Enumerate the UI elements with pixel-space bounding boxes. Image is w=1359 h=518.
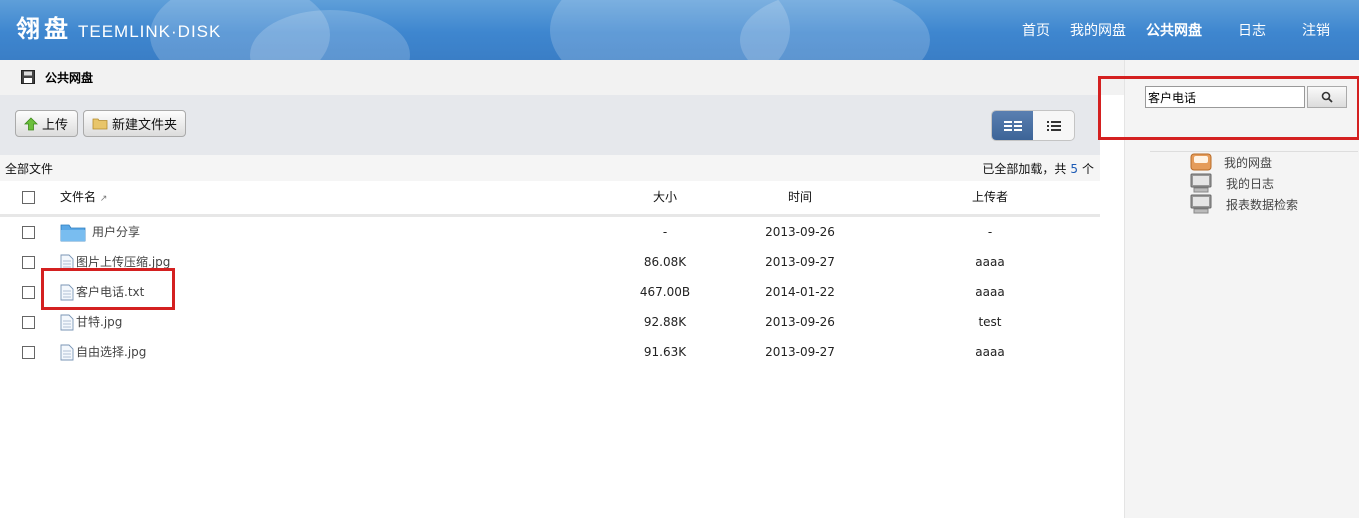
breadcrumb: 公共网盘 — [0, 60, 1124, 95]
nav-my-disk[interactable]: 我的网盘 — [1070, 20, 1126, 40]
file-size: 86.08K — [643, 255, 687, 269]
sidebar-item-label: 我的网盘 — [1224, 155, 1273, 170]
file-name: 客户电话.txt — [76, 285, 145, 299]
table-row[interactable]: 甘特.jpg 92.88K 2013-09-26 test — [0, 307, 1100, 337]
search-icon — [1321, 91, 1333, 103]
row-checkbox[interactable] — [22, 346, 35, 359]
file-name-link[interactable]: 自由选择.jpg — [60, 337, 146, 367]
file-uploader: aaaa — [975, 285, 1005, 299]
file-name: 图片上传压缩.jpg — [76, 255, 171, 269]
file-name: 用户分享 — [92, 225, 141, 239]
loaded-suffix: 个 — [1081, 162, 1094, 176]
row-checkbox[interactable] — [22, 286, 35, 299]
file-size: 467.00B — [639, 285, 691, 299]
main-panel: 公共网盘 上传 新建文件夹 全部文件 已全部加载，共 5 个 文件名 ↗ 大小 … — [0, 60, 1124, 518]
top-nav: 首页 我的网盘 公共网盘 日志 注销 — [1022, 20, 1359, 40]
file-time: 2013-09-26 — [765, 225, 835, 239]
search-button[interactable] — [1307, 86, 1347, 108]
file-icon — [60, 344, 74, 360]
file-uploader: test — [978, 315, 1002, 329]
file-uploader: aaaa — [975, 255, 1005, 269]
table-header: 文件名 ↗ 大小 时间 上传者 — [0, 182, 1100, 217]
upload-arrow-icon — [24, 116, 38, 130]
search-input[interactable] — [1145, 86, 1305, 108]
sidebar-item-my-disk[interactable]: 我的网盘 — [1190, 152, 1272, 172]
file-icon — [60, 284, 74, 300]
file-size: 92.88K — [643, 315, 687, 329]
all-files-label: 全部文件 — [5, 162, 54, 176]
sidebar-item-label: 我的日志 — [1226, 176, 1275, 191]
file-icon — [60, 254, 74, 270]
sidebar-item-report-search[interactable]: 报表数据检索 — [1190, 194, 1298, 214]
table-row[interactable]: 用户分享 - 2013-09-26 - — [0, 217, 1100, 247]
monitor-icon — [1190, 194, 1212, 214]
row-checkbox[interactable] — [22, 256, 35, 269]
upload-label: 上传 — [42, 118, 69, 133]
file-time: 2014-01-22 — [765, 285, 835, 299]
nav-home[interactable]: 首页 — [1022, 20, 1050, 40]
file-count: 5 — [1070, 162, 1078, 176]
list-icon — [1046, 120, 1061, 131]
floppy-disk-icon — [21, 70, 35, 84]
table-row[interactable]: 图片上传压缩.jpg 86.08K 2013-09-27 aaaa — [0, 247, 1100, 277]
file-size: 91.63K — [643, 345, 687, 359]
toolbar: 上传 新建文件夹 — [0, 95, 1100, 155]
file-time: 2013-09-26 — [765, 315, 835, 329]
header-filename[interactable]: 文件名 ↗ — [60, 182, 107, 214]
grid-view-button[interactable] — [992, 111, 1033, 140]
top-header: 翎盘 TEEMLINK·DISK 首页 我的网盘 公共网盘 日志 注销 — [0, 0, 1359, 60]
file-uploader: aaaa — [975, 345, 1005, 359]
file-time: 2013-09-27 — [765, 255, 835, 269]
file-name-link[interactable]: 图片上传压缩.jpg — [60, 247, 170, 277]
nav-public-disk[interactable]: 公共网盘 — [1146, 20, 1202, 40]
view-toggle — [991, 110, 1075, 141]
header-size: 大小 — [652, 190, 677, 204]
list-detail-icon — [1003, 120, 1022, 131]
folder-icon — [60, 224, 86, 242]
loaded-prefix: 已全部加载，共 — [982, 162, 1067, 176]
select-all-checkbox[interactable] — [22, 191, 35, 204]
sidebar-item-my-log[interactable]: 我的日志 — [1190, 173, 1274, 193]
upload-button[interactable]: 上传 — [15, 110, 78, 137]
page-title: 公共网盘 — [45, 71, 94, 85]
row-checkbox[interactable] — [22, 316, 35, 329]
new-folder-button[interactable]: 新建文件夹 — [83, 110, 186, 137]
file-info-bar: 全部文件 已全部加载，共 5 个 — [0, 155, 1100, 181]
table-row[interactable]: 客户电话.txt 467.00B 2014-01-22 aaaa — [0, 277, 1100, 307]
nav-logout[interactable]: 注销 — [1302, 20, 1330, 40]
file-name-link[interactable]: 客户电话.txt — [60, 277, 144, 307]
folder-icon — [92, 118, 108, 130]
file-table: 文件名 ↗ 大小 时间 上传者 用户分享 - 2013-09-26 - 图片上传压缩.j… — [0, 182, 1100, 367]
list-view-button[interactable] — [1033, 111, 1074, 140]
logo-english: TEEMLINK·DISK — [78, 22, 222, 41]
file-uploader: - — [987, 225, 993, 239]
table-row[interactable]: 自由选择.jpg 91.63K 2013-09-27 aaaa — [0, 337, 1100, 367]
logo-chinese: 翎盘 — [16, 14, 72, 43]
monitor-icon — [1190, 173, 1212, 193]
file-icon — [60, 314, 74, 330]
table-body: 用户分享 - 2013-09-26 - 图片上传压缩.jpg 86.08K 2013-09-… — [0, 217, 1100, 367]
file-name: 自由选择.jpg — [76, 345, 147, 359]
file-name: 甘特.jpg — [76, 315, 123, 329]
header-filename-label: 文件名 — [60, 190, 97, 204]
row-checkbox[interactable] — [22, 226, 35, 239]
header-time: 时间 — [787, 190, 812, 204]
new-folder-label: 新建文件夹 — [112, 118, 178, 133]
sidebar-item-label: 报表数据检索 — [1226, 197, 1299, 212]
loaded-status: 已全部加载，共 5 个 — [982, 160, 1094, 177]
disk-icon — [1190, 153, 1212, 171]
file-size: - — [662, 225, 668, 239]
right-sidebar: 我的网盘 我的日志 报表数据检索 — [1098, 60, 1359, 518]
sort-icon: ↗ — [99, 194, 108, 204]
app-logo: 翎盘 TEEMLINK·DISK — [16, 9, 221, 44]
file-name-link[interactable]: 用户分享 — [60, 217, 140, 247]
file-time: 2013-09-27 — [765, 345, 835, 359]
header-uploader: 上传者 — [971, 190, 1008, 204]
file-name-link[interactable]: 甘特.jpg — [60, 307, 122, 337]
nav-log[interactable]: 日志 — [1238, 20, 1266, 40]
